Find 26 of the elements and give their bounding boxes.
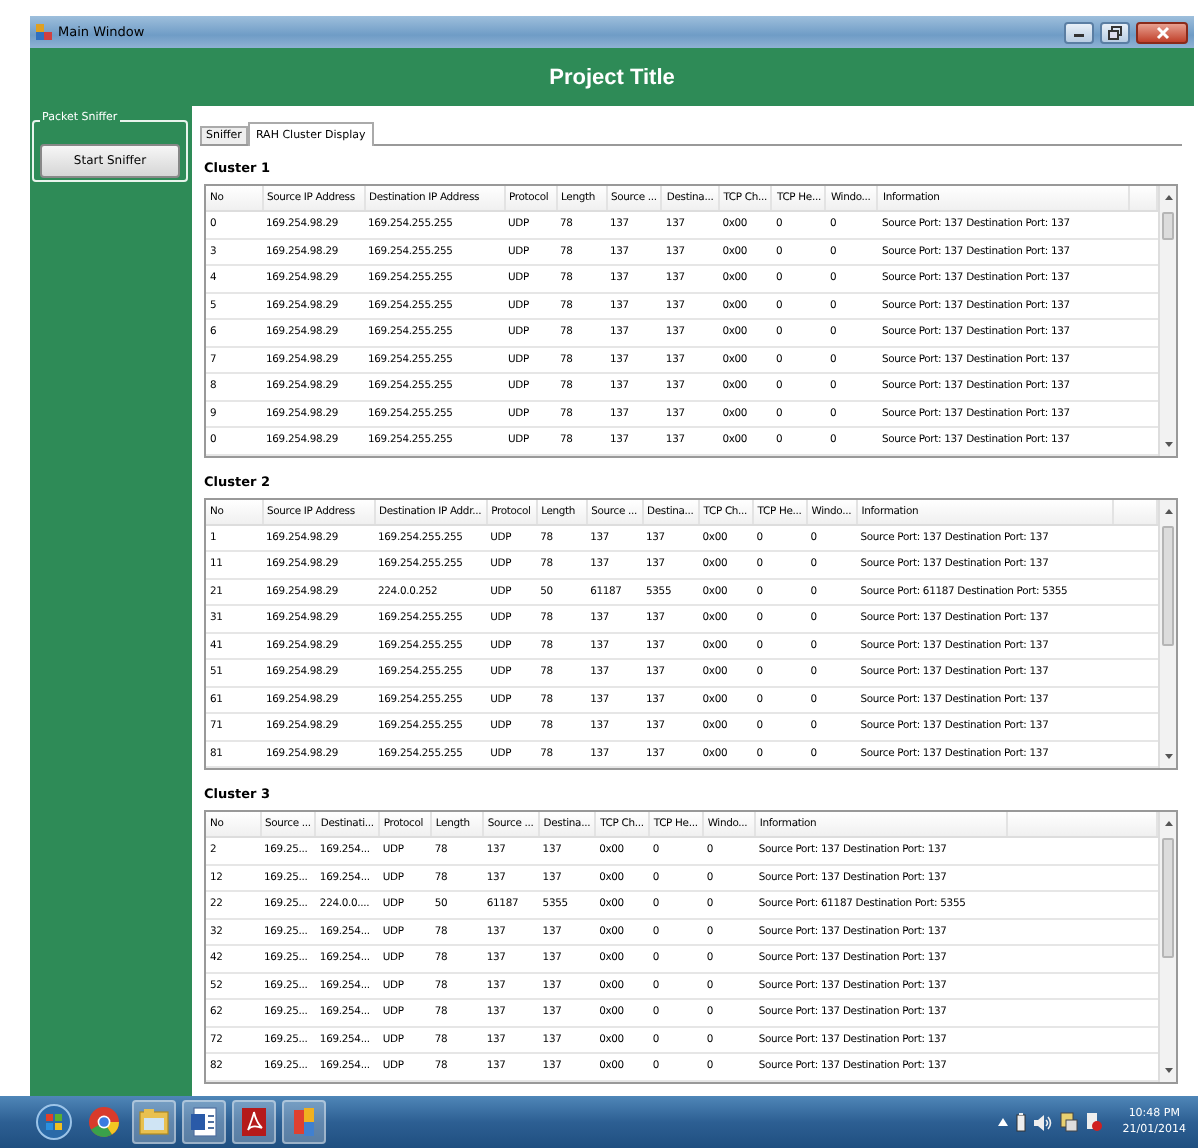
pdf-icon[interactable] (240, 1106, 268, 1138)
close-icon (1155, 25, 1169, 39)
scroll-down-icon[interactable] (1163, 750, 1173, 762)
restore-button[interactable] (1100, 21, 1130, 43)
network-icon[interactable] (1060, 1112, 1079, 1132)
scrollbar-thumb[interactable] (1162, 838, 1174, 958)
app-icon (36, 24, 52, 40)
project-title: Project Title (549, 65, 675, 89)
folder-icon[interactable] (138, 1108, 170, 1136)
scroll-down-icon[interactable] (1163, 437, 1173, 449)
close-button[interactable] (1136, 21, 1188, 43)
scrollbar-thumb[interactable] (1162, 525, 1174, 645)
flag-icon[interactable] (1086, 1112, 1103, 1132)
battery-icon[interactable] (1016, 1112, 1027, 1132)
scroll-up-icon[interactable] (1163, 192, 1173, 204)
browser-icon[interactable] (88, 1106, 120, 1138)
start-icon[interactable] (36, 1104, 72, 1140)
document-icon[interactable] (190, 1106, 218, 1138)
minimize-button[interactable] (1064, 21, 1094, 43)
restore-icon (1108, 25, 1122, 39)
scrollbar-thumb[interactable] (1162, 212, 1174, 240)
scroll-up-icon[interactable] (1163, 505, 1173, 517)
volume-icon[interactable] (1034, 1113, 1053, 1131)
show-hidden-icon[interactable] (998, 1118, 1009, 1126)
scroll-up-icon[interactable] (1163, 818, 1173, 830)
scroll-down-icon[interactable] (1163, 1063, 1173, 1075)
